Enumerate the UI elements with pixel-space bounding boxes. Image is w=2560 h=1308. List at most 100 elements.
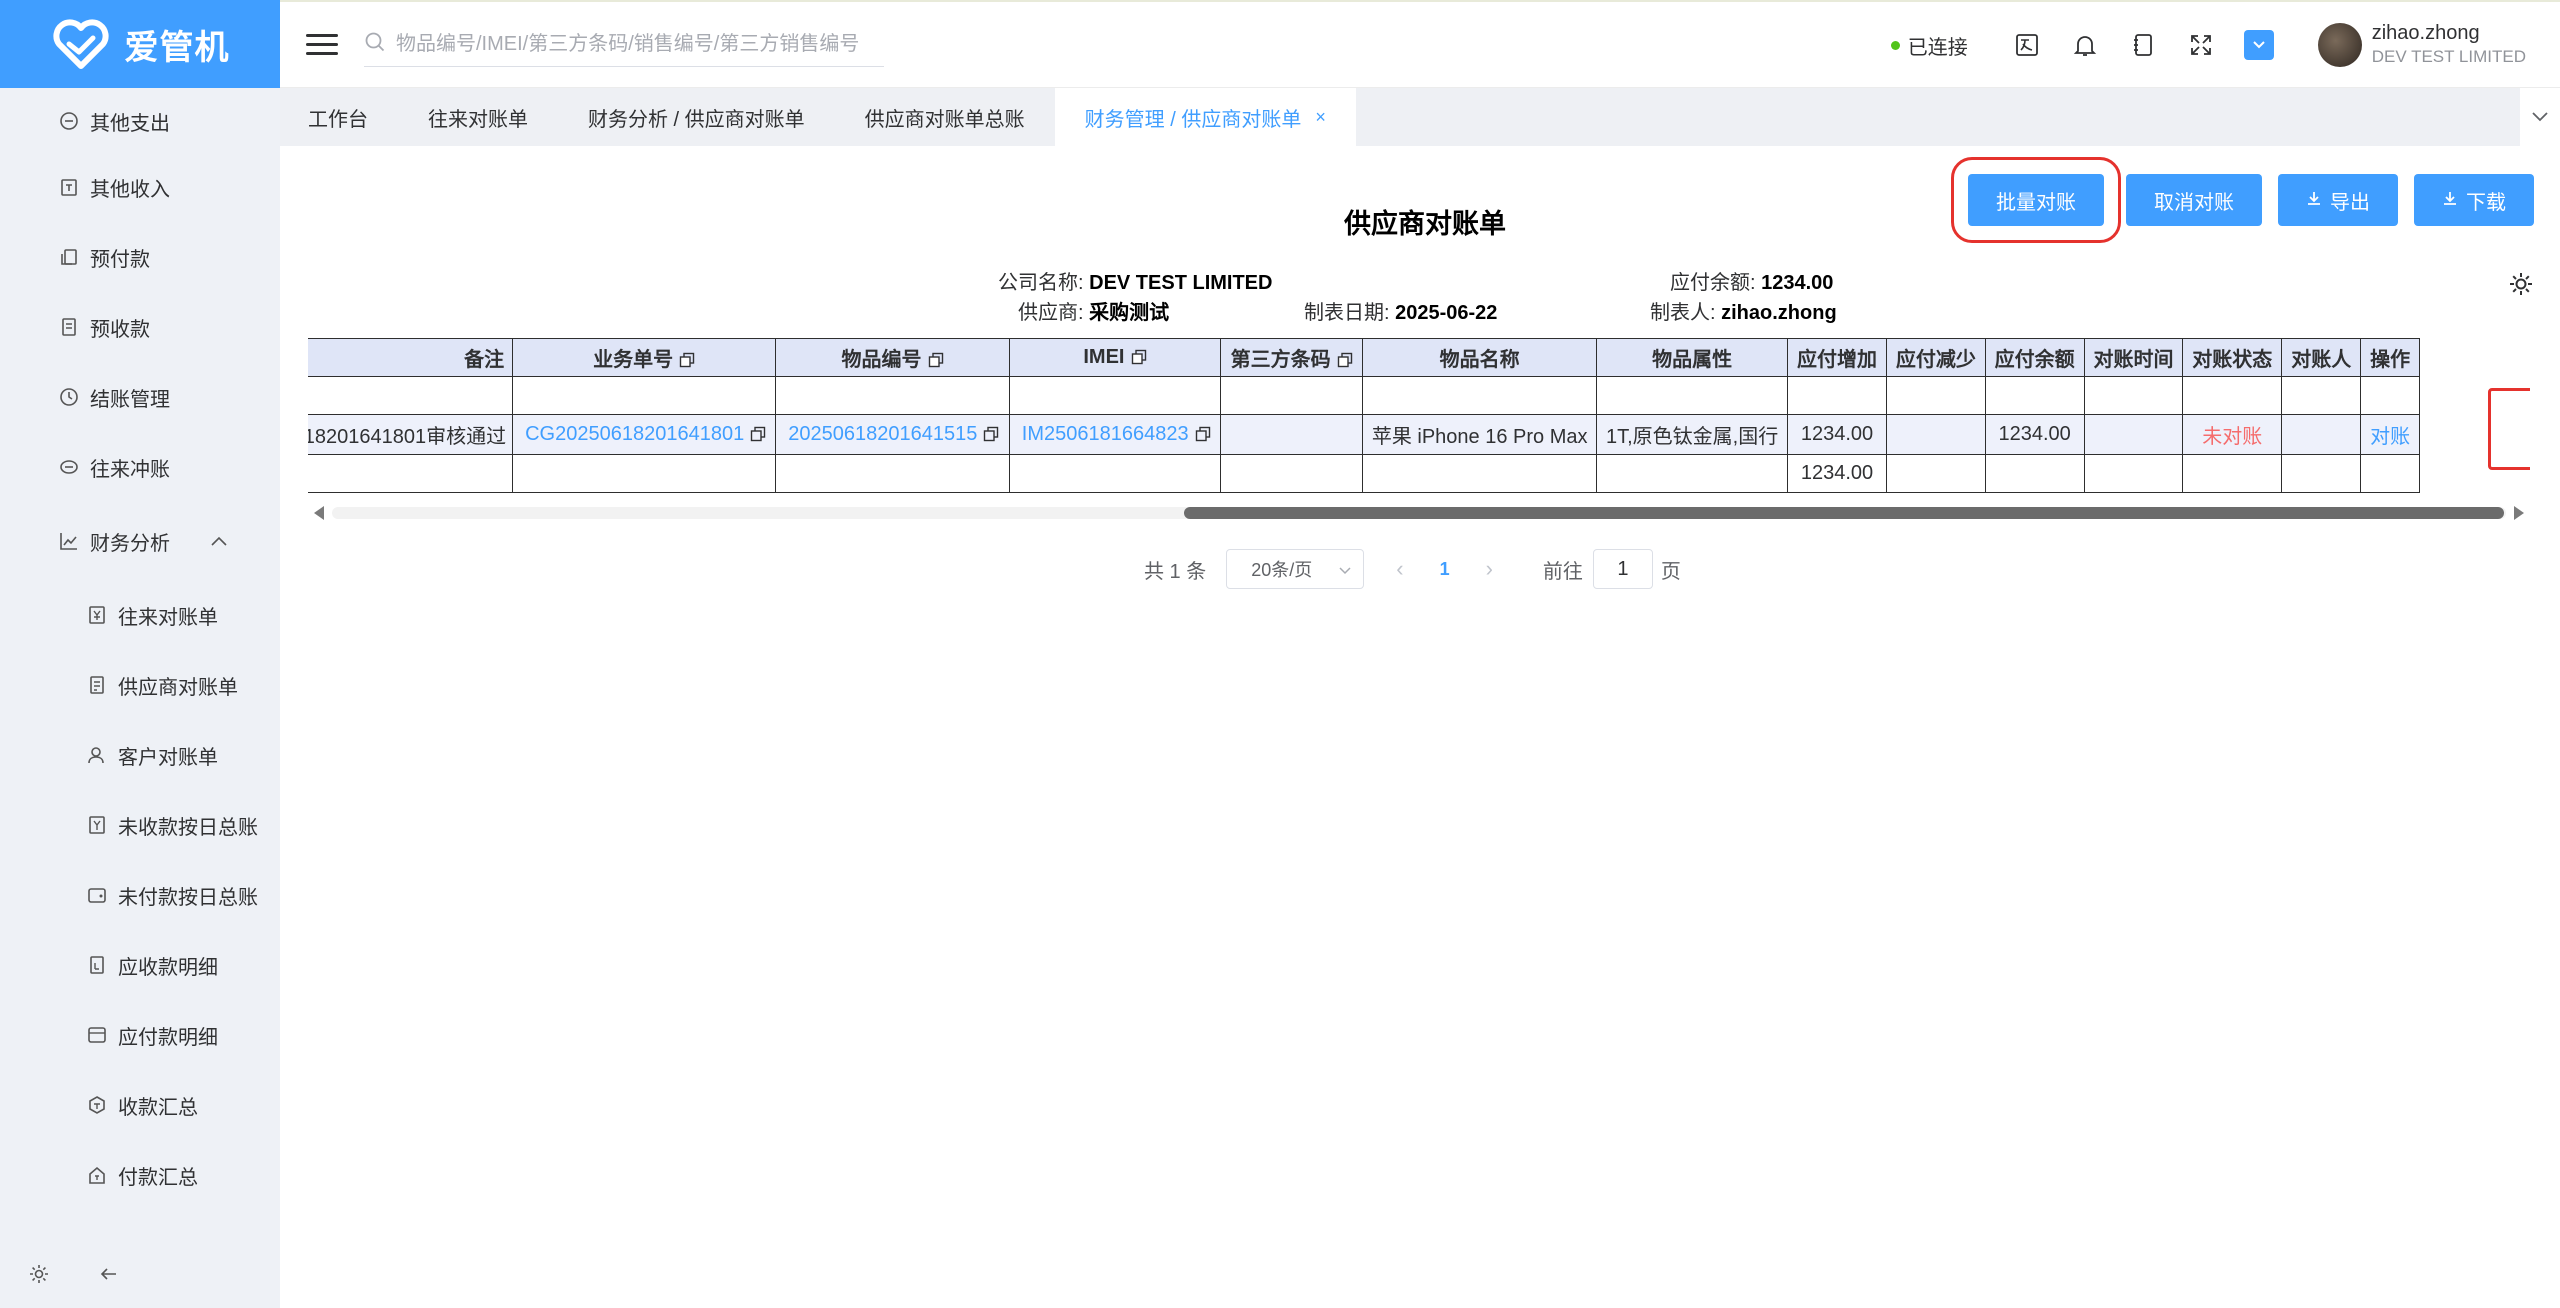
page-number[interactable]: 1 [1440, 559, 1450, 580]
header-label: 应付增加 [1797, 349, 1878, 371]
goto-page-input[interactable] [1592, 549, 1653, 589]
sidebar: 爱管机 其他支出 其他收入 预付款 预收款 结账管理 往来冲账 财务分析 往来对… [0, 0, 280, 1308]
sidebar-item-closing[interactable]: 结账管理 [0, 362, 280, 432]
col-third-code[interactable]: 第三方条码 [1220, 338, 1364, 377]
balance-meta: 应付余额: 1234.00 [1670, 266, 1833, 295]
balance-label: 应付余额: [1670, 272, 1756, 294]
income-icon [58, 176, 80, 198]
sidebar-group-finance-analysis[interactable]: 财务分析 [0, 502, 280, 580]
header-label: 应付减少 [1895, 349, 1976, 371]
sidebar-item-label: 未付款按日总账 [118, 886, 258, 909]
company-meta: 公司名称: DEV TEST LIMITED [998, 266, 1272, 295]
connection-status: 已连接 [1890, 31, 1968, 60]
copy-icon[interactable] [750, 426, 766, 442]
tab-workbench[interactable]: 工作台 [280, 88, 398, 146]
sidebar-item-other-income[interactable]: 其他收入 [0, 152, 280, 222]
prereceive-icon [58, 316, 80, 338]
sidebar-item-payment-summary[interactable]: 付款汇总 [0, 1140, 280, 1210]
horizontal-scrollbar[interactable] [308, 504, 2530, 522]
tab-supplier-ledger[interactable]: 供应商对账单总账 [835, 88, 1055, 146]
connection-status-label: 已连接 [1907, 36, 1968, 59]
fullscreen-icon[interactable] [2186, 30, 2216, 60]
col-imei[interactable]: IMEI [1008, 338, 1222, 377]
header-label: 对账时间 [2093, 349, 2174, 371]
header-label: 对账状态 [2192, 349, 2273, 371]
search-input[interactable] [396, 32, 866, 56]
bell-icon[interactable] [2070, 30, 2100, 60]
sidebar-item-label: 往来冲账 [90, 458, 170, 481]
copy-icon[interactable] [679, 352, 695, 368]
payable-icon [86, 1024, 108, 1046]
cell-third-code [1220, 414, 1364, 455]
settings-icon[interactable] [28, 1263, 50, 1290]
imei-link[interactable]: IM2506181664823 [1022, 423, 1189, 445]
column-settings-icon[interactable] [2507, 270, 2535, 298]
col-item-name: 物品名称 [1362, 338, 1598, 377]
copy-icon[interactable] [928, 352, 944, 368]
chevron-up-icon [210, 530, 228, 553]
top-header: 已连接 zihao.zhong DEV TEST LIMITED [280, 0, 2560, 88]
scroll-right-icon[interactable] [2514, 506, 2524, 520]
col-recon-person: 对账人 [2281, 338, 2362, 377]
reconcile-link[interactable]: 对账 [2370, 426, 2410, 448]
biz-no-link[interactable]: CG20250618201641801 [525, 423, 744, 445]
balance-value: 1234.00 [1761, 272, 1834, 294]
sidebar-item-unpaid-daily[interactable]: 未付款按日总账 [0, 860, 280, 930]
sidebar-item-unreceived-daily[interactable]: 未收款按日总账 [0, 790, 280, 860]
copy-icon[interactable] [1195, 426, 1211, 442]
collapse-sidebar-icon[interactable] [98, 1263, 120, 1290]
next-page-icon[interactable]: › [1486, 556, 1493, 582]
header-label: 物品编号 [841, 349, 922, 371]
avatar[interactable] [2317, 23, 2362, 67]
copy-icon[interactable] [1337, 352, 1353, 368]
sidebar-item-label: 付款汇总 [118, 1166, 198, 1189]
prev-page-icon[interactable]: ‹ [1396, 556, 1403, 582]
user-info[interactable]: zihao.zhong DEV TEST LIMITED [2372, 21, 2526, 69]
date-value: 2025-06-22 [1395, 302, 1498, 324]
sidebar-item-ledger[interactable]: 往来对账单 [0, 580, 280, 650]
header-label: 第三方条码 [1230, 349, 1331, 371]
item-no-link[interactable]: 20250618201641515 [788, 423, 977, 445]
ledger-icon [86, 604, 108, 626]
sidebar-item-customer-statement[interactable]: 客户对账单 [0, 720, 280, 790]
page-size-select[interactable]: 20条/页 [1226, 549, 1365, 589]
tab-statements[interactable]: 往来对账单 [398, 88, 558, 146]
date-label: 制表日期: [1304, 302, 1390, 324]
statement-table-wrapper: 备注 业务单号 物品编号 IMEI 第三方条码 物品名称 物品属性 应付增加 应… [308, 338, 2530, 498]
sidebar-item-payable-detail[interactable]: 应付款明细 [0, 1000, 280, 1070]
cell-remark: CG20250618201641801审核通过 [308, 414, 514, 455]
copy-icon[interactable] [983, 426, 999, 442]
supplier-meta: 供应商: 采购测试 [1018, 296, 1169, 325]
chevron-down-icon[interactable] [2520, 88, 2560, 146]
col-biz-no[interactable]: 业务单号 [512, 338, 777, 377]
total-count: 共 1 条 [1144, 560, 1207, 583]
cell-biz-no: CG20250618201641801 [512, 414, 777, 455]
sidebar-item-collection-summary[interactable]: 收款汇总 [0, 1070, 280, 1140]
tab-finance-supplier-statement[interactable]: 财务分析 / 供应商对账单 [558, 88, 835, 146]
sidebar-item-offset[interactable]: 往来冲账 [0, 432, 280, 502]
app-root: 爱管机 其他支出 其他收入 预付款 预收款 结账管理 往来冲账 财务分析 往来对… [0, 0, 2560, 1308]
main-content: 批量对账 取消对账 导出 下载 供应商对账单 公司名称: DEV TEST LI… [280, 146, 2560, 1308]
menu-toggle-icon[interactable] [306, 29, 338, 61]
sidebar-item-receivable-detail[interactable]: 应收款明细 [0, 930, 280, 1000]
logo[interactable]: 爱管机 [0, 0, 280, 88]
sidebar-group-label: 财务分析 [90, 532, 170, 555]
col-item-no[interactable]: 物品编号 [775, 338, 1010, 377]
scroll-thumb[interactable] [1184, 507, 2504, 519]
tab-finance-mgmt-supplier-statement[interactable]: 财务管理 / 供应商对账单 × [1054, 88, 1356, 146]
col-recon-time: 对账时间 [2083, 338, 2184, 377]
translate-icon[interactable] [2012, 30, 2042, 60]
sidebar-item-other-expense[interactable]: 其他支出 [0, 90, 280, 152]
dropdown-toggle-icon[interactable] [2243, 30, 2274, 60]
table-row: CG20250618201641801审核通过 CG20250618201641… [308, 414, 2420, 455]
sidebar-item-label: 未收款按日总账 [118, 816, 258, 839]
sidebar-item-supplier-statement[interactable]: 供应商对账单 [0, 650, 280, 720]
notebook-icon[interactable] [2128, 30, 2158, 60]
sidebar-item-prereceive[interactable]: 预收款 [0, 292, 280, 362]
sidebar-item-label: 预付款 [90, 248, 150, 271]
scroll-left-icon[interactable] [314, 506, 324, 520]
sidebar-item-prepay[interactable]: 预付款 [0, 222, 280, 292]
close-icon[interactable]: × [1315, 107, 1326, 128]
copy-icon[interactable] [1131, 349, 1147, 365]
cell-action: 对账 [2360, 414, 2420, 455]
